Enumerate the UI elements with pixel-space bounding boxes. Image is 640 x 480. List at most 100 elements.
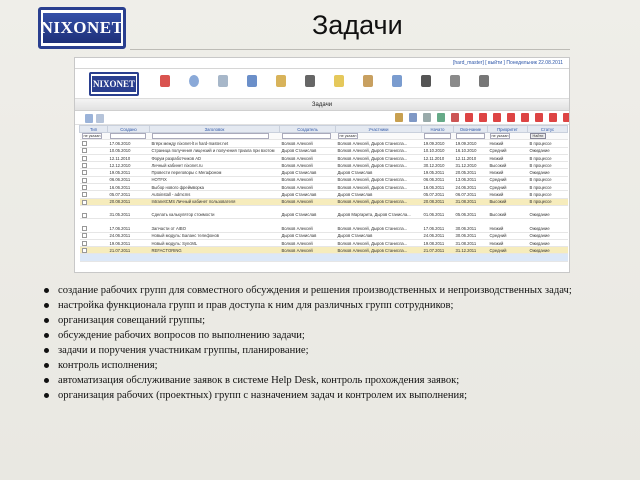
flag-icon[interactable] [507, 113, 515, 122]
task-type-icon [81, 192, 87, 198]
table-row[interactable] [79, 253, 568, 262]
flag-icon[interactable] [549, 113, 557, 122]
tasks-icon[interactable] [247, 75, 257, 87]
column-header[interactable]: Создано [107, 125, 150, 133]
cell-end: 30.06.2011 [453, 232, 488, 240]
members-filter-select[interactable]: не указан [337, 133, 359, 139]
table-row[interactable]: 06.06.2011 HOTFIX Волков Алексей Волков Але… [79, 176, 568, 185]
task-type-icon [81, 141, 87, 147]
cell-date: 16.06.2011 [107, 183, 150, 192]
filter-icon[interactable] [395, 113, 403, 122]
title-filter-input[interactable] [151, 133, 270, 139]
cell-priority: Низкий [487, 239, 528, 248]
cell-priority: Средний [487, 246, 528, 255]
delete-icon[interactable] [451, 113, 459, 122]
column-header[interactable]: Начато [421, 125, 454, 133]
cell-creator: Волков Алексей [279, 224, 336, 233]
folder-icon[interactable] [334, 75, 344, 87]
cell-date: 12.11.2010 [107, 154, 150, 163]
chat-icon[interactable] [189, 75, 199, 87]
app-logo[interactable]: NIXONET [89, 72, 139, 96]
column-header[interactable]: Участники [335, 125, 422, 133]
table-row[interactable]: 31.05.2011 Сделать калькулятор стоимости Д… [79, 211, 568, 220]
table-row[interactable]: 16.06.2011 Выбор нового фреймворка Волков … [79, 183, 568, 192]
table-row[interactable]: 20.08.2011 IntranetCMS Личный кабинет пол… [79, 198, 568, 206]
group-icon[interactable] [437, 113, 445, 122]
created-filter-input[interactable] [109, 133, 147, 139]
task-type-cell [79, 239, 108, 248]
feature-item: автоматизация обслуживание заявок в сист… [44, 373, 604, 388]
app-logo-text: NIXONET [92, 76, 136, 92]
creator-filter-input[interactable] [281, 133, 332, 139]
cell-priority: Высокий [487, 211, 528, 220]
cell-title: Форум разработчиков AD [149, 154, 280, 163]
settings-icon[interactable] [479, 75, 489, 87]
flag-icon[interactable] [535, 113, 543, 122]
end-filter-input[interactable] [455, 133, 485, 139]
cell-title: Личный кабинет nixonet.ru [149, 161, 280, 170]
task-type-cell [79, 176, 108, 185]
cell-creator: Волков Алексей [279, 183, 336, 192]
type-filter-select[interactable]: не указан [81, 133, 103, 139]
phone-icon[interactable] [421, 75, 431, 87]
slide: NIXONET Задачи [hard_master] [ выйти ] П… [0, 0, 640, 480]
column-header[interactable]: Тип [79, 125, 108, 133]
table-row[interactable]: 21.07.2011 REFACTORING Волков Алексей Волко… [79, 246, 568, 255]
clipboard-icon[interactable] [363, 75, 373, 87]
column-header[interactable]: Заголовок [149, 125, 280, 133]
cell-status: В процессе [527, 190, 568, 199]
cell-members: Волков Алексей, Дыров Станисла... [335, 224, 422, 233]
table-row[interactable]: 10.05.2010 Страница получения лицензий и … [79, 147, 568, 155]
logout-link[interactable]: [ выйти ] [485, 60, 505, 66]
priority-filter-select[interactable]: не указан [489, 133, 511, 139]
username-link[interactable]: [hard_master] [453, 60, 484, 66]
cell-status: В процессе [527, 176, 568, 185]
column-header[interactable]: Приоритет [487, 125, 528, 133]
book-icon[interactable] [392, 75, 402, 87]
device-icon[interactable] [450, 75, 460, 87]
cell-creator: Дыров Станислав [279, 190, 336, 199]
cell-end: 31.08.2011 [453, 239, 488, 248]
cell-start: 20.08.2011 [421, 198, 454, 206]
add-icon[interactable] [85, 114, 93, 123]
users-icon[interactable] [160, 75, 170, 87]
table-row[interactable]: 19.06.2011 Новый модуль: SyncML Волков Але… [79, 239, 568, 248]
column-header[interactable]: Окончание [453, 125, 488, 133]
start-filter-input[interactable] [423, 133, 452, 139]
table-row[interactable]: 12.12.2010 Личный кабинет nixonet.ru Волко… [79, 161, 568, 170]
copy-icon[interactable] [423, 113, 431, 122]
table-header: Тип Создано Заголовок Создатель Участник… [79, 125, 568, 133]
flag-icon[interactable] [521, 113, 529, 122]
cell-end: 30.06.2011 [453, 224, 488, 233]
table-row[interactable]: 05.07.2011 Autoinstall - admcms Дыров Стан… [79, 190, 568, 199]
cell-title: Запчасти от AIBO [149, 224, 280, 233]
cell-priority: Средний [487, 232, 528, 240]
mail-icon[interactable] [218, 75, 228, 87]
table-row[interactable]: 17.06.2011 Запчасти от AIBO Волков Алексей… [79, 224, 568, 233]
cell-creator: Волков Алексей [279, 161, 336, 170]
column-header[interactable]: Создатель [279, 125, 336, 133]
flag-icon[interactable] [563, 113, 569, 122]
cell-end: 12.11.2010 [453, 154, 488, 163]
notes-icon[interactable] [305, 75, 315, 87]
table-row[interactable]: 24.06.2011 Новый модуль: Баланс телефонов… [79, 232, 568, 240]
cell-creator: Волков Алексей [279, 139, 336, 148]
column-header[interactable]: Статус [527, 125, 568, 133]
search-button[interactable]: Найти [529, 133, 547, 139]
cell-priority: Средний [487, 176, 528, 185]
cell-creator: Волков Алексей [279, 176, 336, 185]
flag-icon[interactable] [479, 113, 487, 122]
calendar-icon[interactable] [276, 75, 286, 87]
flag-icon[interactable] [465, 113, 473, 122]
edit-icon[interactable] [409, 113, 417, 122]
refresh-icon[interactable] [96, 114, 104, 123]
task-type-cell [79, 161, 108, 170]
table-row[interactable]: 12.11.2010 Форум разработчиков AD Волков А… [79, 154, 568, 163]
table-row[interactable]: 19.05.2011 Провести переговоры с Мегафоно… [79, 168, 568, 177]
table-row[interactable]: 17.06.2010 Вгёрк между nixonet-lt и hard-… [79, 139, 568, 148]
cell-priority: Низкий [487, 139, 528, 148]
cell-title: Вгёрк между nixonet-lt и hard-master.net [149, 139, 280, 148]
cell-end: 24.06.2011 [453, 183, 488, 192]
cell-creator: Волков Алексей [279, 154, 336, 163]
flag-icon[interactable] [493, 113, 501, 122]
